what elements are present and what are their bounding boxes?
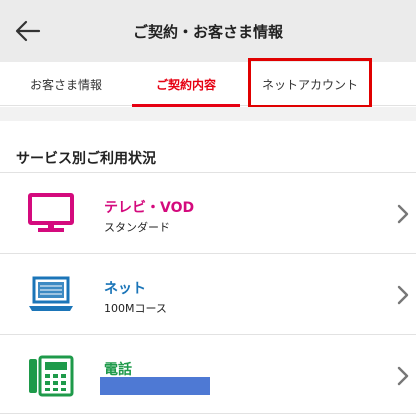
arrow-left-icon	[15, 20, 41, 42]
tab-customer-info[interactable]: お客さま情報	[0, 62, 132, 106]
back-button[interactable]	[12, 15, 44, 47]
phone-icon	[29, 355, 74, 397]
service-row-phone[interactable]: 電話	[0, 334, 416, 414]
service-plan: スタンダード	[104, 221, 170, 234]
app-header: ご契約・お客さま情報	[0, 0, 416, 62]
section-title: サービス別ご利用状況	[16, 151, 156, 167]
tab-bar: お客さま情報 ご契約内容 ネットアカウント	[0, 62, 416, 107]
chevron-right-icon	[397, 285, 409, 305]
chevron-right-icon	[397, 204, 409, 224]
service-name: テレビ・VOD	[104, 200, 195, 216]
tab-net-account[interactable]: ネットアカウント	[252, 62, 368, 106]
tab-label: ネットアカウント	[261, 77, 358, 92]
redacted-phone-number	[100, 377, 210, 395]
section-divider	[0, 107, 416, 121]
tab-label: ご契約内容	[155, 77, 216, 92]
tab-contract-details[interactable]: ご契約内容	[132, 62, 240, 107]
tv-icon	[28, 193, 74, 232]
service-name: 電話	[104, 362, 132, 378]
tab-label: お客さま情報	[29, 77, 102, 92]
chevron-right-icon	[397, 366, 409, 386]
page-title: ご契約・お客さま情報	[132, 22, 283, 41]
service-row-tv[interactable]: テレビ・VOD スタンダード	[0, 172, 416, 252]
laptop-icon	[29, 276, 73, 311]
service-plan: 100Mコース	[104, 302, 167, 315]
service-row-net[interactable]: ネット 100Mコース	[0, 253, 416, 333]
service-name: ネット	[104, 281, 146, 297]
